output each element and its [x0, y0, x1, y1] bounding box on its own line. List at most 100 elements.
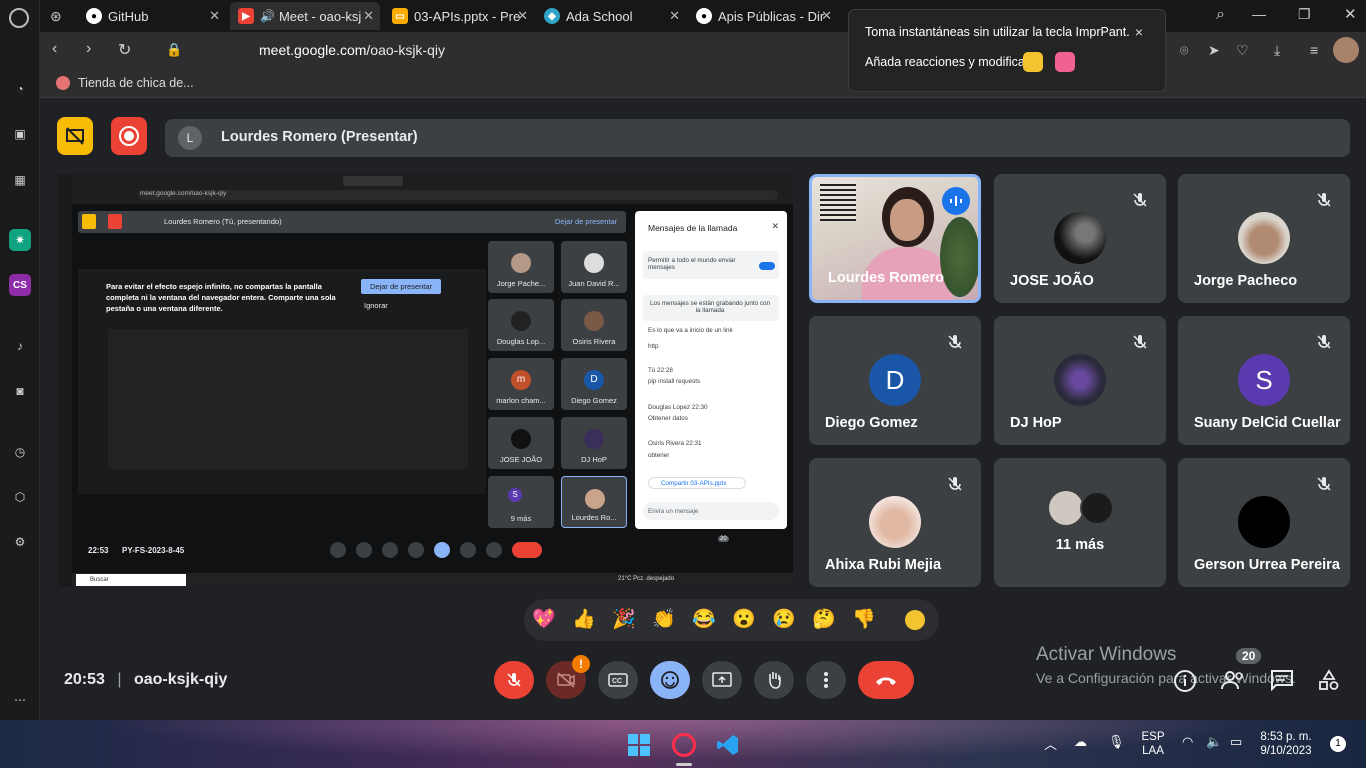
reaction-laugh-button[interactable]: 😂: [692, 608, 716, 632]
url-field[interactable]: meet.google.com/oao-ksjk-qiy: [259, 42, 445, 58]
reactions-button[interactable]: [650, 661, 690, 699]
volume-icon[interactable]: 🔈: [1206, 734, 1222, 750]
download-icon[interactable]: ⤓: [1274, 42, 1280, 59]
notification-badge[interactable]: 1: [1330, 736, 1346, 752]
chat-title: Mensajes de la llamada: [648, 223, 738, 233]
tiktok-icon[interactable]: ♪: [9, 335, 31, 357]
language-indicator[interactable]: ESP LAA: [1138, 730, 1168, 758]
clock[interactable]: 8:53 p. m. 9/10/2023: [1254, 730, 1318, 758]
meeting-details-button[interactable]: [1173, 669, 1199, 695]
cube-icon[interactable]: ⬡: [9, 486, 31, 508]
reaction-party-button[interactable]: 🎉: [612, 608, 636, 632]
history-icon[interactable]: ◷: [9, 441, 31, 463]
start-icon[interactable]: [627, 733, 651, 757]
presenter-title: Lourdes Romero (Presentar): [221, 129, 418, 145]
send-icon[interactable]: ➤: [1208, 42, 1220, 59]
reaction-clap-button[interactable]: 👏: [652, 608, 676, 632]
settings-icon[interactable]: ⚙: [9, 531, 31, 553]
tab-grid-icon[interactable]: ⊛: [50, 8, 62, 25]
recording-button[interactable]: [111, 117, 147, 155]
minimize-icon[interactable]: —: [1252, 6, 1266, 22]
tab-public-apis[interactable]: ● Apis Públicas - Dir ✕: [688, 2, 838, 30]
bookmark-link[interactable]: Tienda de chica de...: [78, 76, 194, 90]
leave-call-button[interactable]: [858, 661, 914, 699]
shared-weather: 21°C Pcz. despejado: [618, 576, 675, 582]
battery-icon[interactable]: ▭: [1230, 734, 1242, 750]
reaction-thumbs-down-button[interactable]: 👎: [852, 608, 876, 632]
more-options-button[interactable]: [806, 661, 846, 699]
speaking-indicator-icon: [942, 187, 970, 215]
mic-toggle-button[interactable]: [494, 661, 534, 699]
participant-tile[interactable]: JOSE JOÃO: [994, 174, 1166, 303]
camera-icon[interactable]: ⌾: [1180, 42, 1188, 59]
workspace-icon[interactable]: ▣: [9, 123, 31, 145]
tab-meet[interactable]: ▶ 🔊 Meet - oao-ksj ✕: [230, 2, 380, 30]
profile-avatar[interactable]: [1333, 37, 1359, 63]
meeting-code: oao-ksjk-qiy: [133, 671, 228, 688]
tab-github[interactable]: ● GitHub ✕: [78, 2, 226, 30]
more-dots-icon[interactable]: ⋯: [9, 689, 31, 711]
security-icon[interactable]: 🔒: [166, 42, 182, 58]
present-screen-button[interactable]: [702, 661, 742, 699]
participant-tile[interactable]: D Diego Gomez: [809, 316, 981, 445]
participant-avatar: [1080, 491, 1114, 525]
opera-taskbar-icon[interactable]: [672, 733, 696, 757]
close-tab-icon[interactable]: ✕: [669, 8, 680, 24]
reaction-cry-button[interactable]: 😢: [772, 608, 796, 632]
heart-icon[interactable]: ♡: [1236, 42, 1249, 59]
reaction-thumbs-up-button[interactable]: 👍: [572, 608, 596, 632]
participant-tile[interactable]: S Suany DelCid Cuellar: [1178, 316, 1350, 445]
presenting-status-button[interactable]: [57, 117, 93, 155]
close-tab-icon[interactable]: ✕: [363, 8, 374, 24]
mic-tray-icon[interactable]: 🎙: [1108, 734, 1125, 750]
close-tab-icon[interactable]: ✕: [209, 8, 220, 24]
reaction-heart-button[interactable]: 💖: [532, 608, 556, 632]
chat-icon: [1271, 670, 1293, 692]
chat-button[interactable]: [1270, 669, 1296, 695]
toast-close-button[interactable]: ×: [1135, 24, 1143, 40]
participant-avatar: [1054, 354, 1106, 406]
tray-chevron-icon[interactable]: ︿: [1044, 734, 1057, 753]
menu-icon[interactable]: ≡: [1310, 42, 1318, 58]
participant-tile[interactable]: Lourdes Romero: [809, 174, 981, 303]
ai-icon[interactable]: ▦: [9, 169, 31, 191]
vscode-taskbar-icon[interactable]: [716, 733, 740, 757]
close-tab-icon[interactable]: ✕: [821, 8, 832, 24]
reaction-thinking-button[interactable]: 🤔: [812, 608, 836, 632]
participant-tile[interactable]: Gerson Urrea Pereira: [1178, 458, 1350, 587]
skin-tone-button[interactable]: [905, 610, 925, 630]
cloud-icon[interactable]: ☁: [1074, 734, 1087, 750]
participant-tile[interactable]: DJ HoP: [994, 316, 1166, 445]
reaction-surprise-button[interactable]: 😮: [732, 608, 756, 632]
back-icon[interactable]: ‹: [52, 40, 57, 58]
close-window-icon[interactable]: ✕: [1344, 5, 1357, 23]
close-tab-icon[interactable]: ✕: [517, 8, 528, 24]
participant-tile[interactable]: Jorge Pacheco: [1178, 174, 1350, 303]
activities-button[interactable]: [1318, 669, 1344, 695]
captions-button[interactable]: CC: [598, 661, 638, 699]
tab-slides[interactable]: ▭ 03-APIs.pptx - Pre ✕: [384, 2, 534, 30]
forward-icon[interactable]: ›: [86, 40, 91, 58]
svg-text:CC: CC: [612, 678, 622, 685]
reload-icon[interactable]: ↻: [118, 40, 131, 60]
discord-icon[interactable]: ◙: [9, 380, 31, 402]
cs-icon[interactable]: CS: [9, 274, 31, 296]
camera-toggle-button[interactable]: !: [546, 655, 590, 699]
mirror-stop-button: Dejar de presentar: [361, 279, 441, 294]
participant-tile[interactable]: Ahixa Rubi Mejia: [809, 458, 981, 587]
mic-off-icon: [943, 472, 967, 496]
tab-search-icon[interactable]: ⌕: [1216, 6, 1225, 24]
emoji-sticker-icon: [1023, 52, 1043, 72]
people-button[interactable]: 20: [1221, 648, 1262, 695]
restore-icon[interactable]: ❐: [1298, 6, 1311, 23]
chatgpt-icon[interactable]: ✷: [9, 229, 31, 251]
opera-logo-icon[interactable]: [9, 8, 29, 28]
mini-tile: Lourdes Ro...: [561, 476, 627, 528]
speed-dial-icon[interactable]: ◔: [9, 78, 31, 100]
wifi-icon[interactable]: ◠: [1182, 734, 1193, 750]
participant-avatar: [1238, 496, 1290, 548]
raise-hand-button[interactable]: [754, 661, 794, 699]
tab-ada-school[interactable]: ◆ Ada School ✕: [536, 2, 686, 30]
participant-tile[interactable]: 11 más: [994, 458, 1166, 587]
mic-off-icon: [1312, 472, 1336, 496]
